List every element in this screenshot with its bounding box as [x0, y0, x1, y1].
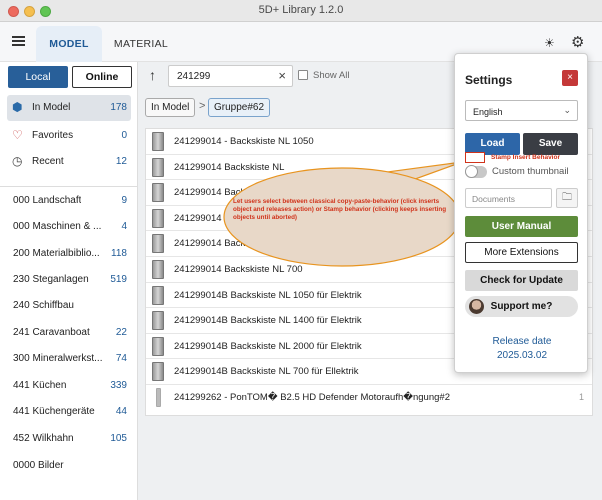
search-input[interactable]: 241299 ×: [168, 65, 293, 87]
model-thumbnail: [152, 336, 164, 356]
heart-icon: ♡: [12, 128, 23, 142]
documents-placeholder: Documents: [472, 194, 515, 204]
model-thumbnail: [156, 388, 161, 407]
show-all-label: Show All: [313, 70, 350, 81]
window-titlebar: 5D+ Library 1.2.0: [0, 0, 602, 22]
user-manual-button[interactable]: User Manual: [465, 216, 578, 237]
settings-title: Settings: [465, 73, 513, 87]
model-thumbnail: [152, 157, 164, 177]
sidebar-item-label: Favorites: [32, 130, 74, 141]
tab-material[interactable]: MATERIAL: [108, 26, 174, 62]
language-select[interactable]: English ⌄: [465, 100, 578, 121]
clock-icon: ◷: [12, 154, 23, 168]
local-button[interactable]: Local: [8, 66, 68, 88]
stamp-insert-label: Stamp Insert Behavior: [491, 154, 560, 161]
stamp-insert-toggle[interactable]: [465, 152, 485, 163]
more-extensions-button[interactable]: More Extensions: [465, 242, 578, 263]
breadcrumb-current[interactable]: Gruppe#62: [208, 98, 271, 117]
category-item[interactable]: 441 Küchengeräte 44: [7, 401, 131, 423]
language-value: English: [473, 107, 503, 117]
model-thumbnail: [152, 311, 164, 331]
cube-icon: ⬢: [12, 100, 23, 114]
avatar: [469, 299, 484, 314]
breadcrumb-root[interactable]: In Model: [145, 98, 196, 117]
category-item[interactable]: 200 Materialbiblio... 118: [7, 243, 131, 265]
clear-icon[interactable]: ×: [278, 68, 286, 83]
documents-field[interactable]: Documents: [465, 188, 552, 208]
release-date-value: 2025.03.02: [496, 350, 548, 361]
category-item[interactable]: 300 Mineralwerkst... 74: [7, 348, 131, 370]
chevron-down-icon: ⌄: [563, 105, 571, 115]
menu-icon[interactable]: [12, 36, 25, 46]
category-item[interactable]: 241 Caravanboat 22: [7, 322, 131, 344]
sidebar-item-label: In Model: [32, 102, 71, 113]
model-thumbnail: [152, 208, 164, 228]
category-item[interactable]: 240 Schiffbau: [7, 295, 131, 317]
sidebar-item-label: Recent: [32, 156, 64, 167]
support-button[interactable]: Support me?: [465, 296, 578, 317]
folder-icon[interactable]: 🗀: [556, 188, 578, 208]
category-item[interactable]: 441 Küchen 339: [7, 375, 131, 397]
toggle-knob: [465, 165, 478, 178]
sidebar-item-count: 0: [121, 130, 127, 141]
category-item[interactable]: 0000 Bilder: [7, 455, 131, 477]
model-thumbnail: [152, 260, 164, 279]
check-update-button[interactable]: Check for Update: [465, 270, 578, 291]
model-thumbnail: [152, 234, 164, 254]
model-thumbnail: [152, 362, 164, 382]
category-item[interactable]: 000 Maschinen & ... 4: [7, 216, 131, 238]
custom-thumbnail-toggle[interactable]: [465, 165, 487, 178]
support-label: Support me?: [490, 301, 553, 312]
category-item[interactable]: 452 Wilkhahn 105: [7, 428, 131, 450]
online-button[interactable]: Online: [72, 66, 132, 88]
model-thumbnail: [152, 132, 164, 151]
search-value: 241299: [177, 71, 211, 82]
tab-model[interactable]: MODEL: [36, 26, 102, 62]
release-date-label: Release date: [492, 336, 552, 347]
list-item[interactable]: 241299262 - PonTOM� B2.5 HD Defender Mot…: [146, 385, 592, 411]
breadcrumb-separator: >: [199, 100, 206, 112]
sidebar-item-count: 178: [110, 102, 127, 113]
callout-text: Let users select between classical copy-…: [233, 198, 447, 221]
model-thumbnail: [152, 183, 164, 203]
sidebar: Local Online ⬢ In Model 178 ♡ Favorites …: [0, 62, 138, 500]
category-item[interactable]: 000 Landschaft 9: [7, 190, 131, 212]
category-item[interactable]: 230 Steganlagen 519: [7, 269, 131, 291]
theme-toggle-icon[interactable]: ☀: [544, 36, 555, 50]
settings-panel: Settings × English ⌄ Load Save Stamp Ins…: [454, 53, 588, 373]
close-icon[interactable]: ×: [562, 70, 578, 86]
sidebar-item-count: 12: [115, 156, 127, 167]
gear-icon[interactable]: ⚙: [571, 33, 584, 51]
custom-thumbnail-label: Custom thumbnail: [492, 166, 569, 177]
window-title: 5D+ Library 1.2.0: [258, 4, 344, 16]
save-button[interactable]: Save: [523, 133, 578, 155]
sidebar-divider: [0, 186, 137, 187]
sidebar-item-in-model[interactable]: ⬢ In Model 178: [7, 95, 131, 121]
model-thumbnail: [152, 285, 164, 305]
up-arrow-icon[interactable]: ↑: [149, 67, 156, 83]
sidebar-item-recent[interactable]: ◷ Recent 12: [7, 149, 131, 175]
sidebar-item-favorites[interactable]: ♡ Favorites 0: [7, 123, 131, 149]
show-all-checkbox[interactable]: [298, 70, 308, 80]
